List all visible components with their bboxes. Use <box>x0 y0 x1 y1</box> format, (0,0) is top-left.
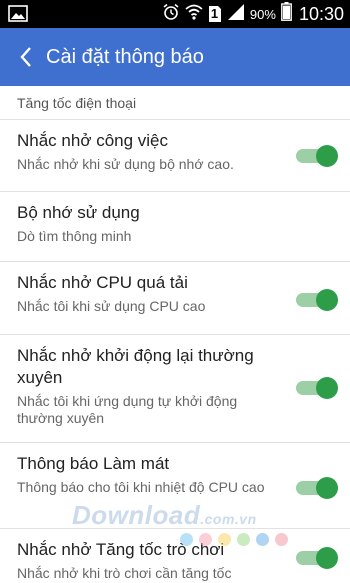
task-reminder-toggle[interactable] <box>296 145 338 167</box>
setting-game-boost[interactable]: Nhắc nhở Tăng tốc trò chơi Nhắc nhở khi … <box>0 529 350 583</box>
app-bar: Cài đặt thông báo <box>0 28 350 86</box>
back-button[interactable] <box>8 28 44 86</box>
setting-title: Nhắc nhở công việc <box>17 131 169 150</box>
toggle-knob <box>316 145 338 167</box>
setting-subtitle: Nhắc nhở khi sử dụng bộ nhớ cao. <box>17 156 234 172</box>
page-title: Cài đặt thông báo <box>46 45 204 68</box>
toggle-knob <box>316 377 338 399</box>
section-header: Tăng tốc điện thoại <box>0 86 350 120</box>
status-bar: 1 90% 10:30 <box>0 0 350 28</box>
cooling-notification-toggle[interactable] <box>296 477 338 499</box>
setting-subtitle: Thông báo cho tôi khi nhiệt độ CPU cao <box>17 479 265 495</box>
setting-title: Nhắc nhở Tăng tốc trò chơi <box>17 540 225 559</box>
cpu-overload-toggle[interactable] <box>296 289 338 311</box>
frequent-restart-toggle[interactable] <box>296 377 338 399</box>
setting-subtitle: Dò tìm thông minh <box>17 228 132 244</box>
toggle-knob <box>316 547 338 569</box>
sim-slot-label: 1 <box>210 6 219 21</box>
setting-cooling-notification[interactable]: Thông báo Làm mát Thông báo cho tôi khi … <box>0 443 350 529</box>
setting-frequent-restart[interactable]: Nhắc nhở khởi động lại thường xuyên Nhắc… <box>0 335 350 443</box>
setting-subtitle: Nhắc tôi khi ứng dụng tự khởi động thườn… <box>17 393 238 426</box>
setting-title: Bộ nhớ sử dụng <box>17 203 140 222</box>
settings-list: Tăng tốc điện thoại Nhắc nhở công việc N… <box>0 86 350 583</box>
setting-title: Nhắc nhở khởi động lại thường xuyên <box>17 346 254 387</box>
setting-subtitle: Nhắc nhở khi trò chơi cần tăng tốc <box>17 565 232 581</box>
toggle-knob <box>316 477 338 499</box>
gallery-icon <box>8 5 28 27</box>
game-boost-toggle[interactable] <box>296 547 338 569</box>
setting-subtitle: Nhắc tôi khi sử dụng CPU cao <box>17 298 206 314</box>
battery-icon <box>281 2 292 26</box>
wifi-icon <box>185 3 203 26</box>
setting-cpu-overload[interactable]: Nhắc nhở CPU quá tải Nhắc tôi khi sử dụn… <box>0 262 350 335</box>
setting-task-reminder[interactable]: Nhắc nhở công việc Nhắc nhở khi sử dụng … <box>0 120 350 192</box>
setting-title: Thông báo Làm mát <box>17 454 170 473</box>
battery-percent: 90% <box>249 6 276 22</box>
signal-icon <box>227 3 245 26</box>
alarm-icon <box>162 3 180 26</box>
sim-icon: 1 <box>208 5 222 23</box>
status-time: 10:30 <box>298 3 344 24</box>
setting-memory-usage[interactable]: Bộ nhớ sử dụng Dò tìm thông minh <box>0 192 350 262</box>
setting-title: Nhắc nhở CPU quá tải <box>17 273 188 292</box>
toggle-knob <box>316 289 338 311</box>
chevron-left-icon <box>20 47 31 67</box>
